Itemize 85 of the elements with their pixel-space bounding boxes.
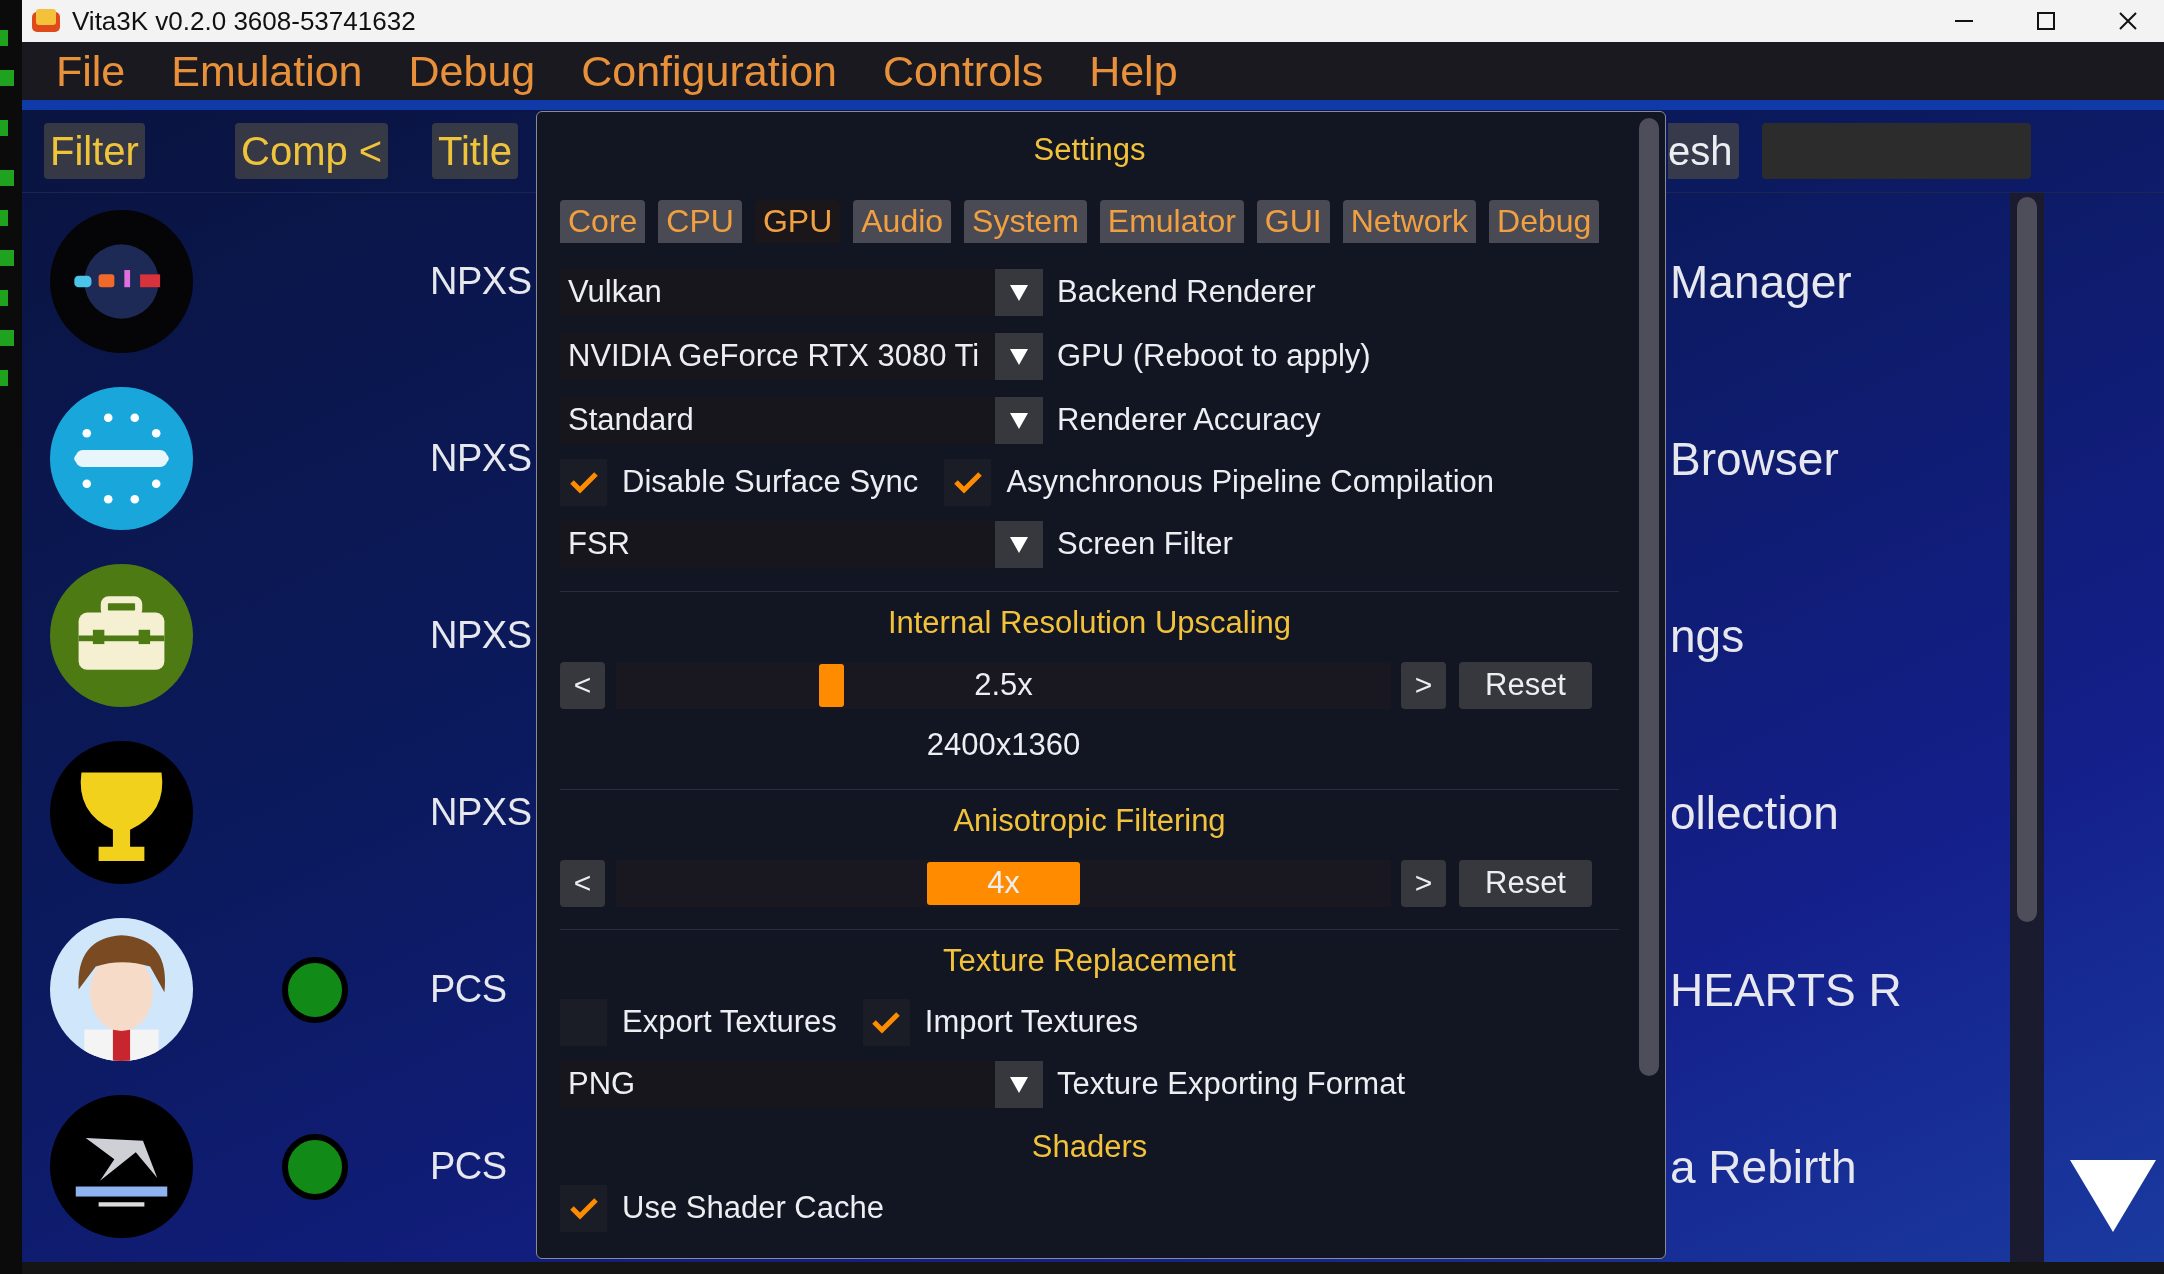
- dropdown-field[interactable]: PNG: [560, 1060, 995, 1108]
- menu-item[interactable]: File: [56, 46, 126, 96]
- menu-item[interactable]: Controls: [883, 46, 1044, 96]
- dropdown-field[interactable]: Vulkan: [560, 268, 995, 316]
- checkbox-label: Export Textures: [622, 1004, 837, 1040]
- settings-tab[interactable]: CPU: [658, 200, 742, 243]
- setting-label: GPU (Reboot to apply): [1057, 338, 1371, 374]
- section-heading: Shaders: [1031, 1129, 1148, 1165]
- settings-tab[interactable]: Audio: [853, 200, 952, 243]
- slider-track[interactable]: 2.5x: [616, 661, 1391, 709]
- dropdown-value: PNG: [568, 1066, 636, 1102]
- menu-item[interactable]: Debug: [408, 46, 536, 96]
- scroll-down-icon[interactable]: [2070, 1160, 2156, 1232]
- slider-thumb[interactable]: [818, 663, 844, 707]
- title-id: NPXS: [430, 614, 532, 657]
- increase-button[interactable]: >: [1401, 661, 1446, 709]
- globe-icon: [49, 387, 193, 530]
- menu-item[interactable]: Emulation: [171, 46, 363, 96]
- refresh-button[interactable]: esh: [1668, 123, 1739, 179]
- decrease-button[interactable]: <: [560, 661, 605, 709]
- trophy-icon: [49, 741, 193, 884]
- title-id: PCS: [430, 968, 507, 1011]
- dropdown-value: NVIDIA GeForce RTX 3080 Ti: [568, 338, 980, 374]
- checkbox-label: Disable Surface Sync: [622, 464, 919, 500]
- dropdown-value: Standard: [568, 402, 694, 438]
- game-name: ollection: [1670, 785, 1839, 840]
- game-name: HEARTS R: [1670, 962, 1902, 1017]
- game-name: Browser: [1670, 431, 1839, 486]
- title-id: NPXS: [430, 437, 532, 480]
- media-apps-icon: [49, 210, 193, 353]
- checkmark-icon: [568, 470, 599, 494]
- game-name: a Rebirth: [1670, 1139, 1857, 1194]
- setting-label: Texture Exporting Format: [1057, 1066, 1406, 1102]
- increase-button[interactable]: >: [1401, 859, 1446, 907]
- dialog-title: Settings: [1033, 131, 1146, 168]
- checkmark-icon: [952, 470, 983, 494]
- setting-label: Backend Renderer: [1057, 274, 1316, 310]
- reset-button[interactable]: Reset: [1459, 661, 1592, 709]
- section-heading: Internal Resolution Upscaling: [887, 605, 1292, 641]
- dialog-scrollbar-thumb[interactable]: [1639, 118, 1659, 1076]
- toolbox-icon: [49, 564, 193, 707]
- slider-value: 2.5x: [974, 667, 1033, 703]
- title-id: PCS: [430, 1145, 507, 1188]
- settings-tab[interactable]: GPU: [754, 200, 841, 243]
- settings-tab[interactable]: Network: [1342, 200, 1477, 243]
- checkmark-icon: [568, 1196, 599, 1220]
- checkbox[interactable]: [944, 458, 992, 506]
- section-heading: Anisotropic Filtering: [953, 803, 1226, 839]
- column-header-button[interactable]: Filter: [44, 123, 145, 179]
- dropdown-value: FSR: [568, 526, 630, 562]
- checkbox-label: Asynchronous Pipeline Compilation: [1006, 464, 1495, 500]
- dropdown-field[interactable]: Standard: [560, 396, 995, 444]
- settings-tab[interactable]: Core: [560, 200, 646, 243]
- title-id: NPXS: [430, 791, 532, 834]
- search-field[interactable]: [1762, 123, 2031, 179]
- settings-tab[interactable]: System: [964, 200, 1087, 243]
- resolution-text: 2400x1360: [926, 727, 1081, 762]
- column-header-button[interactable]: Comp <: [235, 123, 389, 179]
- decrease-button[interactable]: <: [560, 859, 605, 907]
- game-name: Manager: [1670, 254, 1852, 309]
- scrollbar[interactable]: [2010, 193, 2044, 1262]
- checkbox-label: Import Textures: [924, 1004, 1138, 1040]
- checkbox[interactable]: [560, 458, 607, 506]
- maximize-icon[interactable]: [2034, 9, 2058, 33]
- scrollbar-thumb[interactable]: [2017, 197, 2037, 922]
- settings-tab[interactable]: Emulator: [1099, 200, 1244, 243]
- column-header-button[interactable]: Title: [432, 123, 519, 179]
- menu-item[interactable]: Help: [1089, 46, 1178, 96]
- settings-tab[interactable]: Debug: [1489, 200, 1600, 243]
- checkbox-label: Use Shader Cache: [622, 1190, 884, 1226]
- game-name: ngs: [1670, 608, 1745, 663]
- window-title: Vita3K v0.2.0 3608-53741632: [72, 5, 417, 37]
- dropdown-value: Vulkan: [568, 274, 662, 310]
- setting-label: Renderer Accuracy: [1057, 402, 1321, 438]
- checkbox[interactable]: [560, 1184, 607, 1232]
- dropdown-field[interactable]: FSR: [560, 520, 995, 568]
- menu-item[interactable]: Configuration: [581, 46, 837, 96]
- settings-tab[interactable]: GUI: [1256, 200, 1330, 243]
- checkbox[interactable]: [862, 998, 910, 1046]
- checkmark-icon: [871, 1010, 902, 1034]
- setting-label: Screen Filter: [1057, 526, 1233, 562]
- reset-button[interactable]: Reset: [1459, 859, 1592, 907]
- title-id: NPXS: [430, 260, 532, 303]
- dropdown-field[interactable]: NVIDIA GeForce RTX 3080 Ti: [560, 332, 995, 380]
- section-heading: Texture Replacement: [943, 943, 1236, 979]
